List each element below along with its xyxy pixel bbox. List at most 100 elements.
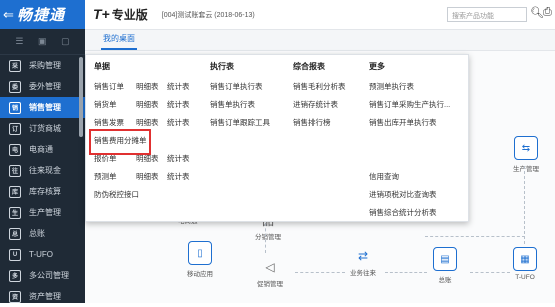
sidebar-item-label: 委外管理 <box>29 82 61 91</box>
menu-link[interactable]: 销售发票 <box>94 117 136 128</box>
sales-menu-panel: 单据 销售订单 明细表 统计表 销货单 明细表 统计表 销售发票 明细表 统计表 销售费用分摊单报… <box>85 54 469 222</box>
menu-link[interactable]: 明细表 <box>136 117 167 128</box>
mobile-icon: ▯ <box>188 241 212 265</box>
module-icon: 委 <box>9 80 21 93</box>
sidebar-item-label: 订货商城 <box>29 124 61 133</box>
menu-link[interactable]: 销售订单跟踪工具 <box>210 113 270 131</box>
menu-link <box>369 149 450 167</box>
sidebar-item[interactable]: 采采购管理 <box>0 55 85 76</box>
menu-link[interactable]: 统计表 <box>167 99 197 110</box>
flow-line <box>295 272 345 273</box>
menu-col-more: 更多 预测单执行表 销售订单采购生产执行... 销售出库开单执行表 信用查询 进销项税对… <box>369 61 450 221</box>
sidebar-item-label: 电商通 <box>29 145 53 154</box>
menu-link[interactable]: 信用查询 <box>369 167 450 185</box>
back-arrow-icon[interactable]: ⇐ <box>3 7 17 23</box>
sidebar-item[interactable]: 资资产管理 <box>0 286 85 307</box>
brand-bar: ⇐ 畅捷通 <box>0 0 85 29</box>
menu-link[interactable]: 销售订单 <box>94 81 136 92</box>
top-header: T+ 专业版 [004]测试账套云 (2018-06-13) 搜索产品功能 🔍︎ … <box>85 0 555 30</box>
sidebar-item-label: T-UFO <box>29 250 53 259</box>
module-icon: 销 <box>9 101 21 114</box>
module-icon: 往 <box>9 164 21 177</box>
sidebar-scrollbar[interactable] <box>79 57 83 137</box>
menu-link[interactable]: 统计表 <box>167 153 197 164</box>
sidebar-item-label: 资产管理 <box>29 292 61 301</box>
flow-line <box>524 166 525 244</box>
menu-icon[interactable]: ☰ <box>15 36 23 47</box>
menu-link[interactable]: 销售毛利分析表 <box>293 77 346 95</box>
sidebar-item[interactable]: 订订货商城 <box>0 118 85 139</box>
module-icon: 电 <box>9 143 21 156</box>
menu-link[interactable]: 销售出库开单执行表 <box>369 113 450 131</box>
sidebar-item-label: 销售管理 <box>29 103 61 112</box>
product-name: T+ <box>93 6 110 22</box>
tab-bar: 我的桌面 <box>85 30 555 51</box>
grid-icon[interactable]: ▣ <box>38 36 47 47</box>
menu-link[interactable]: 销售单执行表 <box>210 95 270 113</box>
tile-ledger[interactable]: ▤ 总账 <box>433 247 457 284</box>
menu-link[interactable]: 明细表 <box>136 171 167 182</box>
menu-link[interactable]: 销货单 <box>94 99 136 110</box>
menu-link[interactable]: 销售综合统计分析表 <box>369 203 450 221</box>
menu-row: 销货单 明细表 统计表 <box>94 95 197 113</box>
menu-link[interactable]: 销售排行榜 <box>293 113 346 131</box>
tile-promotion-label: 促销管理 <box>257 281 283 288</box>
sidebar-item-label: 总账 <box>29 229 45 238</box>
menu-link[interactable]: 预测单执行表 <box>369 77 450 95</box>
product-edition: 专业版 <box>111 8 148 22</box>
sidebar-item[interactable]: 多多公司管理 <box>0 265 85 286</box>
sidebar-item-label: 采购管理 <box>29 61 61 70</box>
account-info[interactable]: [004]测试账套云 (2018-06-13) <box>162 10 255 20</box>
tile-tufo[interactable]: ▦ T-UFO <box>513 247 537 281</box>
window-icon[interactable]: ▢ <box>61 36 70 47</box>
menu-col-title: 执行表 <box>210 62 234 71</box>
save-icon[interactable]: ⎙ <box>543 6 552 19</box>
sidebar-item-label: 生产管理 <box>29 208 61 217</box>
sidebar-item[interactable]: 往往来现金 <box>0 160 85 181</box>
flow-line <box>265 223 266 253</box>
sidebar-toolbar: ☰ ▣ ▢ <box>0 29 85 55</box>
tile-ledger-label: 总账 <box>438 277 452 284</box>
flow-line <box>385 272 427 273</box>
product-logo: T+ 专业版 <box>93 6 148 23</box>
module-icon: 资 <box>9 290 21 303</box>
tile-business[interactable]: ⇄ 业务往来 <box>350 247 376 277</box>
sidebar-item-label: 多公司管理 <box>29 271 69 280</box>
module-icon: 采 <box>9 59 21 72</box>
sidebar-item[interactable]: 库库存核算 <box>0 181 85 202</box>
sidebar: ☰ ▣ ▢ 采采购管理委委外管理销销售管理订订货商城电电商通往往来现金库库存核算… <box>0 29 85 303</box>
brand-logo: 畅捷通 <box>17 7 66 24</box>
sidebar-item[interactable]: 电电商通 <box>0 139 85 160</box>
sidebar-item[interactable]: 总总账 <box>0 223 85 244</box>
menu-col-execution: 执行表 销售订单执行表 销售单执行表 销售订单跟踪工具 <box>210 61 270 131</box>
sidebar-item[interactable]: 销销售管理 <box>0 97 85 118</box>
tile-promotion[interactable]: ◁ 促销管理 <box>257 258 283 288</box>
module-icon: 多 <box>9 269 21 282</box>
tile-mobile[interactable]: ▯ 移动应用 <box>187 241 213 278</box>
menu-link[interactable]: 进销存统计表 <box>293 95 346 113</box>
sidebar-item[interactable]: 生生产管理 <box>0 202 85 223</box>
menu-link[interactable]: 销售订单采购生产执行... <box>369 95 450 113</box>
menu-link[interactable]: 进销项税对比查询表 <box>369 185 450 203</box>
menu-link[interactable]: 统计表 <box>167 171 197 182</box>
menu-link[interactable]: 明细表 <box>136 81 167 92</box>
module-icon: 总 <box>9 227 21 240</box>
menu-col-title: 更多 <box>369 62 385 71</box>
menu-link[interactable]: 统计表 <box>167 81 197 92</box>
menu-link[interactable]: 预测单 <box>94 171 136 182</box>
sidebar-item-label: 往来现金 <box>29 166 61 175</box>
sidebar-item[interactable]: U T-UFO <box>0 244 85 265</box>
menu-link[interactable]: 统计表 <box>167 117 197 128</box>
menu-link <box>369 131 450 149</box>
search-icon[interactable]: 🔍︎ <box>530 6 544 19</box>
menu-link[interactable]: 防伪税控接口 <box>94 189 139 200</box>
sidebar-item[interactable]: 委委外管理 <box>0 76 85 97</box>
menu-col-title: 单据 <box>94 62 110 71</box>
tab-my-desktop[interactable]: 我的桌面 <box>101 30 137 50</box>
menu-link[interactable]: 销售订单执行表 <box>210 77 270 95</box>
search-input[interactable]: 搜索产品功能 <box>447 7 527 22</box>
tile-production[interactable]: ⇆ 生产管理 <box>513 136 539 173</box>
menu-link[interactable]: 明细表 <box>136 99 167 110</box>
menu-row: 销售订单 明细表 统计表 <box>94 77 197 95</box>
ledger-icon: ▤ <box>433 247 457 271</box>
